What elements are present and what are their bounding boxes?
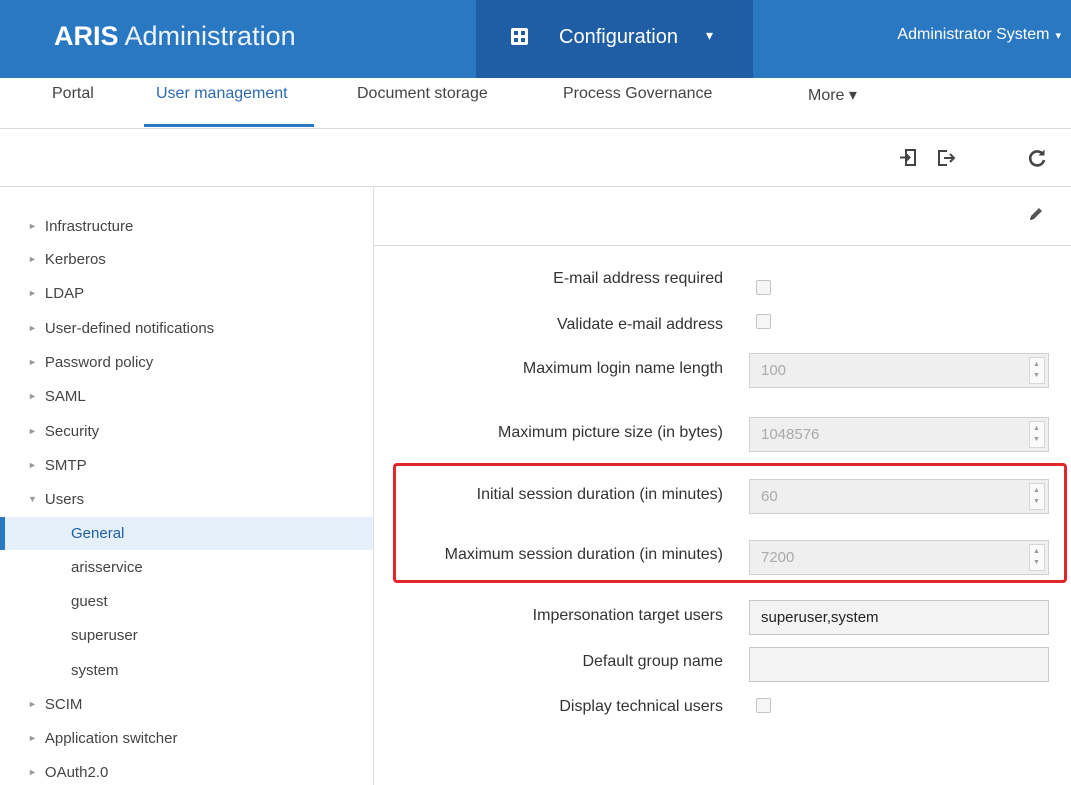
sidebar-item-oauth2[interactable]: ► OAuth2.0 <box>28 764 108 781</box>
spinner-buttons[interactable]: ▲ ▼ <box>1029 544 1045 571</box>
selected-row-background <box>0 517 373 550</box>
tab-process-governance[interactable]: Process Governance <box>563 85 712 103</box>
configuration-menu[interactable]: Configuration ▾ <box>476 0 753 78</box>
tab-bar: Portal User management Document storage … <box>0 78 1071 129</box>
validate-email-checkbox[interactable] <box>756 314 771 329</box>
active-tab-indicator <box>144 124 314 127</box>
impersonation-target-users-label: Impersonation target users <box>532 607 723 624</box>
spinner-down-icon[interactable]: ▼ <box>1033 372 1040 380</box>
collapse-arrow-icon: ▼ <box>28 494 37 504</box>
chevron-down-icon: ▾ <box>706 27 714 43</box>
sidebar-item-general[interactable]: General <box>71 525 124 542</box>
impersonation-target-users-value: superuser,system <box>761 609 879 626</box>
max-login-length-value: 100 <box>761 362 787 379</box>
sidebar-item-scim[interactable]: ► SCIM <box>28 696 82 713</box>
spinner-down-icon[interactable]: ▼ <box>1033 436 1040 444</box>
max-login-length-label: Maximum login name length <box>522 360 723 377</box>
sidebar-item-kerberos[interactable]: ► Kerberos <box>28 251 106 268</box>
spinner-up-icon[interactable]: ▲ <box>1033 548 1040 556</box>
spinner-up-icon[interactable]: ▲ <box>1033 425 1040 433</box>
sidebar-item-user-defined-notifications[interactable]: ► User-defined notifications <box>28 320 214 337</box>
expand-arrow-icon: ► <box>28 323 37 333</box>
import-icon[interactable] <box>898 147 920 169</box>
brand-rest: Administration <box>124 21 296 51</box>
sidebar-item-saml[interactable]: ► SAML <box>28 388 86 405</box>
spinner-buttons[interactable]: ▲ ▼ <box>1029 421 1045 448</box>
sidebar-item-password-policy[interactable]: ► Password policy <box>28 354 153 371</box>
validate-email-label: Validate e-mail address <box>556 316 723 333</box>
expand-arrow-icon: ► <box>28 221 37 231</box>
default-group-name-input[interactable] <box>749 647 1049 682</box>
spinner-up-icon[interactable]: ▲ <box>1033 361 1040 369</box>
tab-document-storage[interactable]: Document storage <box>357 85 488 103</box>
content-header <box>374 187 1071 246</box>
top-bar: ARIS Administration Configuration ▾ Admi… <box>0 0 1071 78</box>
sidebar-item-security[interactable]: ► Security <box>28 423 99 440</box>
expand-arrow-icon: ► <box>28 426 37 436</box>
impersonation-target-users-input[interactable]: superuser,system <box>749 600 1049 635</box>
chevron-down-icon: ▾ <box>1055 30 1061 42</box>
max-picture-size-label: Maximum picture size (in bytes) <box>498 424 723 441</box>
max-picture-size-input[interactable]: 1048576 ▲ ▼ <box>749 417 1049 452</box>
spinner-buttons[interactable]: ▲ ▼ <box>1029 357 1045 384</box>
spinner-down-icon[interactable]: ▼ <box>1033 559 1040 567</box>
toolbar <box>0 129 1071 187</box>
max-session-duration-input[interactable]: 7200 ▲ ▼ <box>749 540 1049 575</box>
user-name: Administrator System <box>897 26 1050 43</box>
spinner-buttons[interactable]: ▲ ▼ <box>1029 483 1045 510</box>
sidebar-item-application-switcher[interactable]: ► Application switcher <box>28 730 177 747</box>
initial-session-duration-value: 60 <box>761 488 778 505</box>
expand-arrow-icon: ► <box>28 254 37 264</box>
tab-more[interactable]: More ▾ <box>808 85 857 105</box>
configuration-icon <box>511 28 528 45</box>
expand-arrow-icon: ► <box>28 460 37 470</box>
max-session-duration-value: 7200 <box>761 549 795 566</box>
selected-row-indicator <box>0 517 5 550</box>
sidebar-item-superuser[interactable]: superuser <box>71 627 138 644</box>
sidebar-item-smtp[interactable]: ► SMTP <box>28 457 87 474</box>
expand-arrow-icon: ► <box>28 733 37 743</box>
max-session-duration-label: Maximum session duration (in minutes) <box>444 546 723 563</box>
expand-arrow-icon: ► <box>28 391 37 401</box>
initial-session-duration-input[interactable]: 60 ▲ ▼ <box>749 479 1049 514</box>
sidebar-item-ldap[interactable]: ► LDAP <box>28 285 84 302</box>
email-required-label: E-mail address required <box>553 270 723 287</box>
configuration-label: Configuration <box>559 26 678 48</box>
sidebar-item-guest[interactable]: guest <box>71 593 108 610</box>
max-picture-size-value: 1048576 <box>761 426 820 443</box>
sidebar-item-system[interactable]: system <box>71 662 119 679</box>
refresh-icon[interactable] <box>1026 147 1048 169</box>
edit-icon[interactable] <box>1027 205 1045 228</box>
sidebar-item-arisservice[interactable]: arisservice <box>71 559 143 576</box>
sidebar-item-users[interactable]: ▼ Users <box>28 491 84 508</box>
display-technical-users-label: Display technical users <box>559 698 723 715</box>
email-required-checkbox[interactable] <box>756 280 771 295</box>
expand-arrow-icon: ► <box>28 767 37 777</box>
expand-arrow-icon: ► <box>28 699 37 709</box>
sidebar: ► Infrastructure ► Kerberos ► LDAP ► User-de… <box>0 187 374 785</box>
display-technical-users-checkbox[interactable] <box>756 698 771 713</box>
brand-bold: ARIS <box>54 21 119 51</box>
initial-session-duration-label: Initial session duration (in minutes) <box>476 486 723 503</box>
app-title: ARIS Administration <box>54 21 296 52</box>
expand-arrow-icon: ► <box>28 357 37 367</box>
sidebar-item-infrastructure[interactable]: ► Infrastructure <box>28 218 133 235</box>
spinner-up-icon[interactable]: ▲ <box>1033 487 1040 495</box>
default-group-name-label: Default group name <box>582 653 723 670</box>
expand-arrow-icon: ► <box>28 288 37 298</box>
max-login-length-input[interactable]: 100 ▲ ▼ <box>749 353 1049 388</box>
spinner-down-icon[interactable]: ▼ <box>1033 498 1040 506</box>
user-menu[interactable]: Administrator System ▾ <box>897 26 1061 44</box>
tab-portal[interactable]: Portal <box>52 85 94 103</box>
tab-user-management[interactable]: User management <box>156 85 288 103</box>
export-icon[interactable] <box>935 147 957 169</box>
